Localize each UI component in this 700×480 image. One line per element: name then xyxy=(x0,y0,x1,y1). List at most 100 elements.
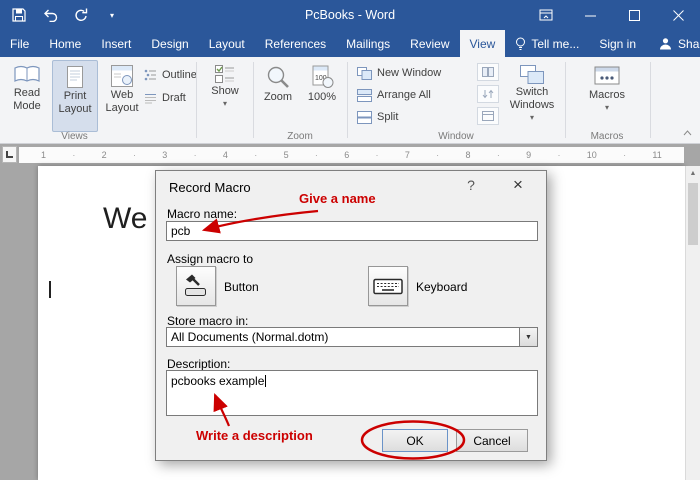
macro-name-label: Macro name: xyxy=(167,207,238,221)
share-button[interactable]: Share xyxy=(646,30,700,57)
store-macro-in-label: Store macro in: xyxy=(167,314,249,328)
synchronous-scrolling-icon xyxy=(482,89,494,99)
ribbon-group-views: Read Mode Print Layout Web Layout Outlin… xyxy=(2,57,197,143)
read-mode-button[interactable]: Read Mode xyxy=(4,60,50,132)
tab-insert[interactable]: Insert xyxy=(91,30,141,57)
arrange-all-icon xyxy=(357,88,372,102)
new-window-icon xyxy=(357,66,372,80)
ribbon-group-window: New Window Arrange All Split Switch Wind… xyxy=(349,57,563,143)
dialog-close-button[interactable]: × xyxy=(506,175,530,195)
macros-button[interactable]: Macros ▾ xyxy=(584,60,630,136)
record-macro-dialog: Record Macro ? × Macro name: Assign macr… xyxy=(155,170,547,461)
assign-keyboard-label: Keyboard xyxy=(416,280,468,294)
tab-references[interactable]: References xyxy=(255,30,336,57)
switch-windows-button[interactable]: Switch Windows ▾ xyxy=(505,60,559,136)
web-layout-label: Web Layout xyxy=(105,89,139,115)
document-text: We xyxy=(103,202,148,235)
tab-layout[interactable]: Layout xyxy=(199,30,255,57)
zoom-group-label: Zoom xyxy=(287,131,313,142)
store-macro-in-combobox[interactable]: All Documents (Normal.dotm) ▼ xyxy=(166,327,538,347)
tab-mailings[interactable]: Mailings xyxy=(336,30,400,57)
scroll-up-icon: ▲ xyxy=(689,170,697,177)
group-separator xyxy=(347,62,348,138)
description-textbox[interactable]: pcbooks example xyxy=(166,370,538,416)
document-text-cursor xyxy=(49,281,51,298)
views-group-label: Views xyxy=(61,131,88,142)
print-layout-label: Print Layout xyxy=(58,90,92,116)
chevron-down-icon: ▾ xyxy=(529,113,534,123)
chevron-down-icon: ▾ xyxy=(222,99,227,109)
minimize-icon xyxy=(584,15,596,16)
dialog-help-button[interactable]: ? xyxy=(460,177,482,193)
minimize-button[interactable] xyxy=(568,0,612,30)
chevron-down-icon: ▾ xyxy=(604,103,609,113)
assign-button-button[interactable] xyxy=(176,266,216,306)
window-group-label: Window xyxy=(438,131,474,142)
web-layout-icon xyxy=(111,65,133,87)
lightbulb-icon xyxy=(516,37,526,50)
split-label: Split xyxy=(377,111,399,123)
print-layout-button[interactable]: Print Layout xyxy=(52,60,98,132)
chevron-up-icon xyxy=(683,130,691,136)
group-separator xyxy=(565,62,566,138)
scroll-up-button[interactable]: ▲ xyxy=(686,166,700,181)
show-label: Show xyxy=(211,85,239,97)
dialog-title: Record Macro xyxy=(169,180,251,195)
draft-button[interactable]: Draft xyxy=(144,88,186,108)
outline-button[interactable]: Outline xyxy=(144,65,197,85)
person-icon xyxy=(660,38,672,50)
ribbon-display-options-icon xyxy=(539,9,553,21)
arrange-all-label: Arrange All xyxy=(377,89,431,101)
group-separator xyxy=(196,62,197,138)
cancel-button[interactable]: Cancel xyxy=(456,429,528,452)
zoom-button[interactable]: Zoom xyxy=(257,60,299,132)
tab-home[interactable]: Home xyxy=(39,30,91,57)
ruler-strip[interactable]: 1 · 2 · 3 · 4 · 5 · 6 · 7 · 8 · 9 · 10 · 11 xyxy=(19,147,684,163)
close-button[interactable] xyxy=(656,0,700,30)
button-tool-icon xyxy=(185,274,206,296)
combobox-dropdown-button[interactable]: ▼ xyxy=(519,328,537,346)
ok-button[interactable]: OK xyxy=(382,429,448,452)
ribbon-tab-bar: File Home Insert Design Layout Reference… xyxy=(0,30,700,57)
assign-macro-to-label: Assign macro to xyxy=(167,252,254,266)
view-side-by-side-button[interactable] xyxy=(477,63,499,81)
tab-design[interactable]: Design xyxy=(141,30,198,57)
vertical-scrollbar[interactable]: ▲ xyxy=(685,166,700,480)
tab-file[interactable]: File xyxy=(0,30,39,57)
ruler-numbers: 1 · 2 · 3 · 4 · 5 · 6 · 7 · 8 · 9 · 10 · 11 xyxy=(41,150,662,160)
zoom-100-icon: 100 xyxy=(312,65,334,88)
ribbon-display-options-button[interactable] xyxy=(524,0,568,30)
text-cursor xyxy=(265,375,267,387)
tab-stop-selector[interactable] xyxy=(2,146,17,163)
title-bar: ▾ PcBooks - Word xyxy=(0,0,700,30)
zoom-100-button[interactable]: 100 100% xyxy=(301,60,343,132)
sign-in-button[interactable]: Sign in xyxy=(589,30,646,57)
split-button[interactable]: Split xyxy=(357,107,398,127)
assign-keyboard-button[interactable] xyxy=(368,266,408,306)
macro-name-input[interactable] xyxy=(166,221,538,241)
window-controls xyxy=(524,0,700,30)
tell-me-box[interactable]: Tell me... xyxy=(505,30,589,57)
web-layout-button[interactable]: Web Layout xyxy=(99,60,145,132)
reset-window-position-icon xyxy=(482,111,494,121)
synchronous-scrolling-button[interactable] xyxy=(477,85,499,103)
view-side-by-side-icon xyxy=(482,67,494,77)
read-mode-label: Read Mode xyxy=(13,87,41,113)
tab-review[interactable]: Review xyxy=(400,30,459,57)
arrange-all-button[interactable]: Arrange All xyxy=(357,85,431,105)
reset-window-position-button[interactable] xyxy=(477,107,499,125)
outline-icon xyxy=(144,69,156,81)
tab-view[interactable]: View xyxy=(459,30,506,57)
ribbon-group-zoom: Zoom 100 100% Zoom xyxy=(255,57,345,143)
share-label: Share xyxy=(678,36,700,51)
macros-icon xyxy=(594,66,620,85)
ribbon-group-show: Show ▾ xyxy=(199,57,251,143)
zoom-label: Zoom xyxy=(263,91,293,103)
show-dropdown-button[interactable]: Show ▾ xyxy=(200,60,250,136)
new-window-button[interactable]: New Window xyxy=(357,63,441,83)
scrollbar-thumb[interactable] xyxy=(688,183,698,245)
print-layout-icon xyxy=(67,66,83,88)
collapse-ribbon-button[interactable] xyxy=(680,127,694,139)
ribbon: Read Mode Print Layout Web Layout Outlin… xyxy=(0,57,700,144)
maximize-button[interactable] xyxy=(612,0,656,30)
